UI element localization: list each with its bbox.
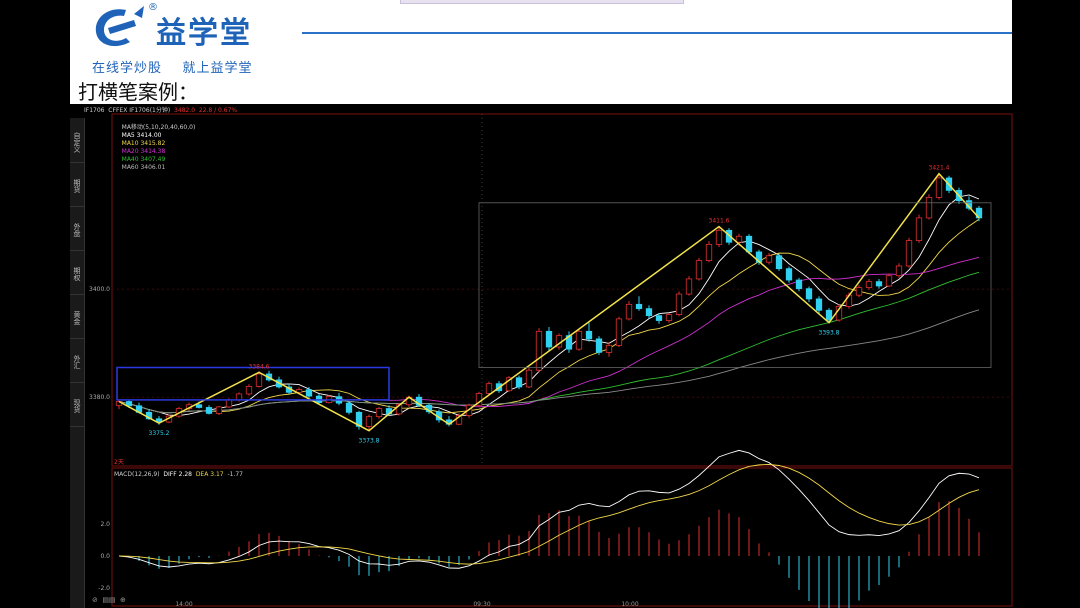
candles [115,173,983,431]
macd-legend: MACD(12,26,9) DIFF 2.28 DEA 3.17 -1.77 [114,471,243,478]
candle-body [685,278,693,295]
candle-body [925,197,933,219]
range-box-grey [478,202,992,368]
macd-tick-macd_lower: -2.0 [98,585,110,592]
candle-body [775,255,783,270]
candle-body [715,229,723,245]
candle-body [735,235,743,243]
candle-body [855,287,863,296]
candle-body [245,385,253,395]
candle-body [935,177,943,198]
macd-frame [111,467,1013,607]
consolidation-box-blue [116,366,390,401]
x-tick: 14:00 [175,601,192,608]
brand-slogan: 在线学炒股 就上益学堂 [92,61,253,76]
y-tick-upper: 3400.0 [89,286,110,293]
logo-e-icon [95,6,144,47]
price-annotation-low3: 3393.8 [819,330,840,337]
candle-body [215,406,223,414]
slide-header: ® 益学堂 在线学炒股 就上益学堂 打横笔案例： [70,0,1012,104]
price-chart[interactable]: 3400.0 3380.0 3375.2 3384.6 3373.8 3411.6 3393… [70,104,1014,608]
candle-body [865,281,873,288]
diff-label: DIFF [163,471,177,478]
candle-body [625,303,633,320]
candle-body [615,318,623,346]
period-label: 2天 [114,459,124,466]
candle-body [695,260,703,280]
candle-body [525,369,533,388]
candle-body [655,315,663,321]
candle-body [305,389,313,397]
candle-body [225,399,233,408]
price-annotation-low2: 3373.8 [359,438,380,445]
y-tick-lower: 3380.0 [89,394,110,401]
candle-body [235,393,243,401]
candle-body [915,217,923,241]
candle-body [705,243,713,261]
candle-body [675,293,683,315]
candle-body [485,383,493,394]
candle-body [365,416,373,427]
bottom-toolbar[interactable]: ⊘ ▤▤ ⊕ [92,596,126,604]
macd-title: MACD(12,26,9) [114,471,160,478]
candle-body [895,265,903,277]
trading-app-window: IF1706 CFFEX IF1706(1分钟) 3482.0 22.8 / 0… [70,104,1014,608]
price-annotation-high3: 3421.4 [929,165,950,172]
candle-body [605,344,613,353]
header-rule [302,32,1012,34]
price-annotation-low1: 3375.2 [149,430,170,437]
candle-body [885,275,893,287]
candle-body [195,404,203,408]
slide-top-tab [400,0,684,4]
candle-body [575,330,583,350]
macd-panel [118,449,980,608]
brand-name: 益学堂 [156,16,252,51]
candle-body [795,279,803,290]
candle-body [205,407,213,414]
chart-grid [111,113,1013,607]
macd-tick-macd_upper: 2.0 [100,521,110,528]
main-frame [111,113,1013,467]
candle-body [745,235,753,253]
dea-value: 3.17 [210,471,224,478]
candle-body [255,373,263,387]
candle-body [375,408,383,418]
x-tick: 10:00 [621,601,638,608]
diff-value: 2.28 [178,471,192,478]
candle-body [585,330,593,340]
candle-body [765,255,773,263]
candle-body [545,330,553,348]
price-annotation-high1: 3384.6 [249,363,270,370]
dea-label: DEA [195,471,209,478]
candle-body [535,330,543,371]
macd-value: -1.77 [227,471,243,478]
macd-tick-macd_zero: 0.0 [100,553,110,560]
slide-title: 打横笔案例： [78,80,198,104]
candle-body [785,268,793,281]
candle-body [825,309,833,321]
candle-body [515,377,523,388]
candle-body [815,298,823,311]
candle-body [345,402,353,413]
candle-body [595,338,603,353]
price-annotation-high2: 3411.6 [709,218,730,225]
candle-body [875,281,883,287]
candle-body [905,240,913,267]
candle-body [645,308,653,317]
candle-body [805,288,813,300]
candle-body [635,303,643,310]
candle-body [665,314,673,321]
x-tick: 09:30 [473,601,490,608]
